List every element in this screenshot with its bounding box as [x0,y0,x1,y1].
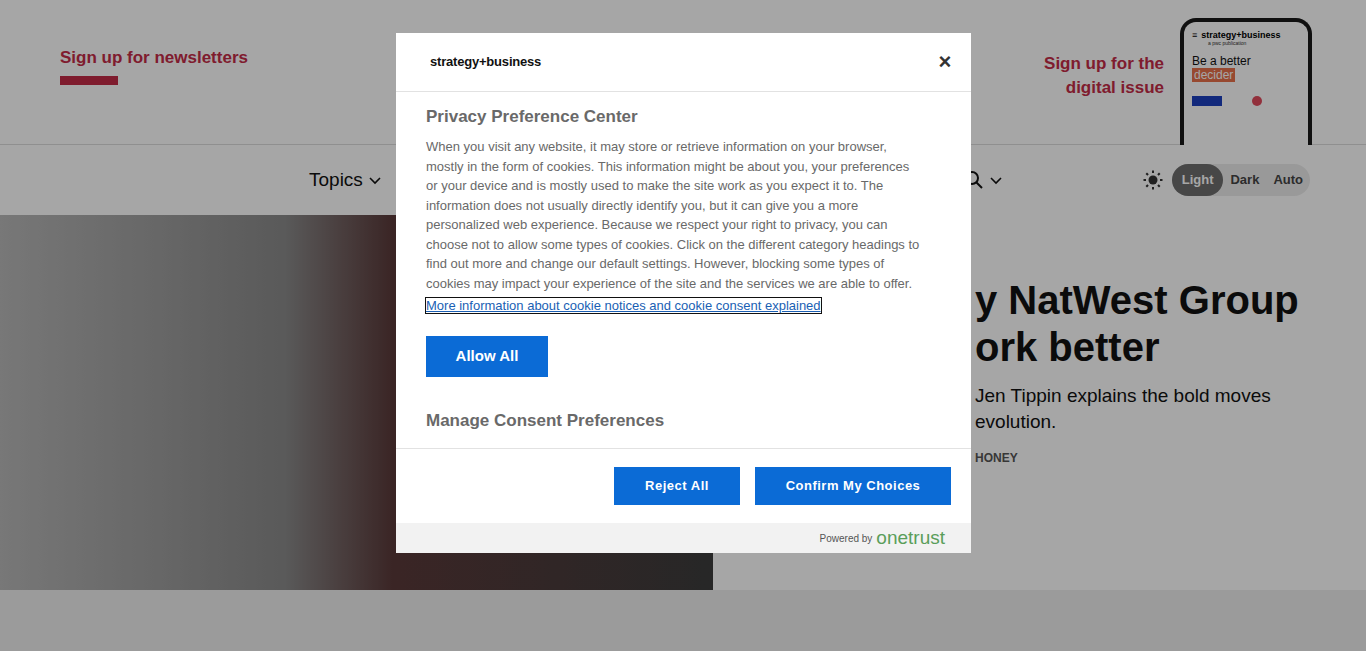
allow-all-button[interactable]: Allow All [426,336,548,377]
page: Sign up for newslettersSign up for the d… [0,0,1366,651]
reject-all-button[interactable]: Reject All [614,467,740,505]
modal-logo: strategy+business [430,52,541,72]
modal-body: Privacy Preference Center When you visit … [396,92,971,449]
modal-description: When you visit any website, it may store… [426,137,921,293]
modal-title: Privacy Preference Center [426,106,921,128]
confirm-choices-button[interactable]: Confirm My Choices [755,467,951,505]
cookie-info-link[interactable]: More information about cookie notices an… [426,298,821,313]
modal-actions: Reject All Confirm My Choices [396,449,971,523]
close-button[interactable]: × [933,50,957,74]
modal-header: strategy+business × [396,33,971,92]
manage-preferences-title: Manage Consent Preferences [426,410,921,432]
powered-by-footer: Powered byonetrust [396,523,971,553]
privacy-modal: strategy+business × Privacy Preference Cen… [396,33,971,553]
onetrust-logo[interactable]: onetrust [876,528,945,548]
